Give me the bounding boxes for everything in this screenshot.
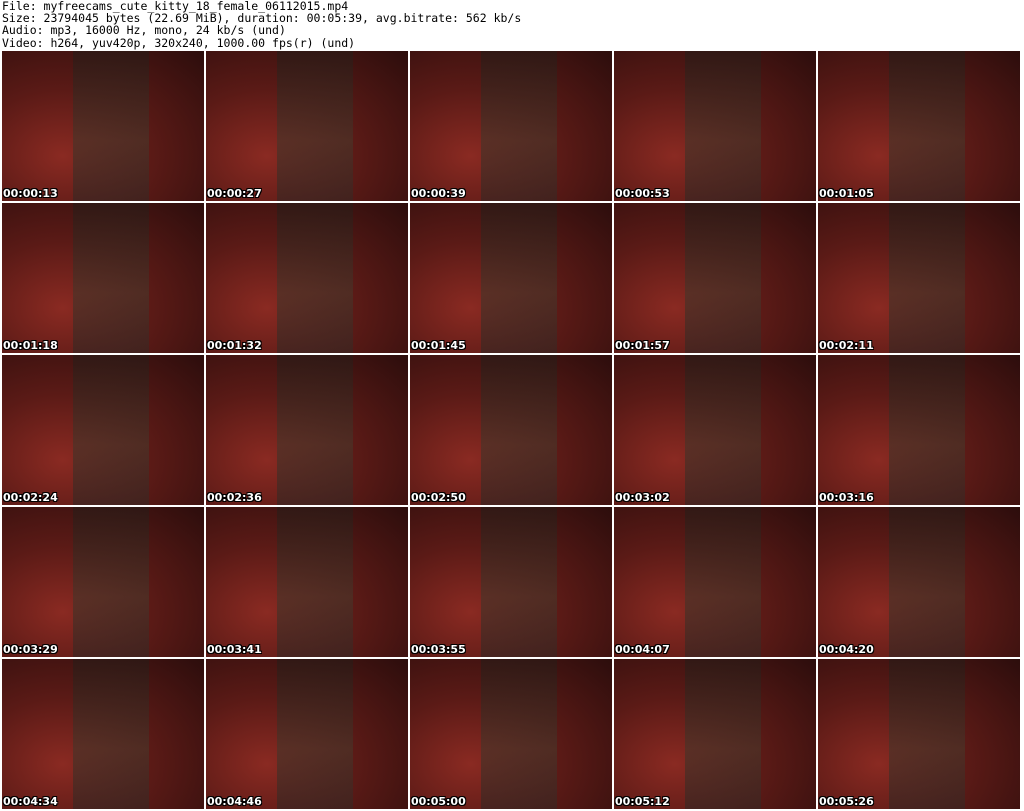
audio-info: Audio: mp3, 16000 Hz, mono, 24 kb/s (und… [2,23,286,38]
video-thumbnail: 00:02:11 [818,203,1020,353]
file-info-header: File: myfreecams_cute_kitty_18_female_06… [2,0,521,49]
thumbnail-timestamp: 00:00:13 [3,187,58,200]
thumbnail-timestamp: 00:02:50 [411,491,466,504]
thumbnail-timestamp: 00:04:20 [819,643,874,656]
video-thumbnail: 00:01:32 [206,203,408,353]
video-thumbnail: 00:02:36 [206,355,408,505]
video-thumbnail: 00:01:18 [2,203,204,353]
thumbnail-timestamp: 00:01:05 [819,187,874,200]
video-thumbnail: 00:03:29 [2,507,204,657]
thumbnail-timestamp: 00:04:07 [615,643,670,656]
thumbnail-timestamp: 00:00:53 [615,187,670,200]
video-thumbnail: 00:02:24 [2,355,204,505]
thumbnail-timestamp: 00:01:45 [411,339,466,352]
thumbnail-timestamp: 00:03:16 [819,491,874,504]
thumbnail-timestamp: 00:00:39 [411,187,466,200]
video-thumbnail: 00:00:53 [614,51,816,201]
video-thumbnail: 00:04:20 [818,507,1020,657]
thumbnail-timestamp: 00:04:46 [207,795,262,808]
video-info: Video: h264, yuv420p, 320x240, 1000.00 f… [2,35,356,50]
video-thumbnail: 00:01:05 [818,51,1020,201]
video-thumbnail: 00:00:27 [206,51,408,201]
thumbnail-timestamp: 00:04:34 [3,795,58,808]
thumbnail-timestamp: 00:03:55 [411,643,466,656]
thumbnail-timestamp: 00:05:00 [411,795,466,808]
video-thumbnail: 00:04:07 [614,507,816,657]
thumbnail-timestamp: 00:01:18 [3,339,58,352]
video-thumbnail: 00:03:55 [410,507,612,657]
video-thumbnail: 00:02:50 [410,355,612,505]
thumbnail-timestamp: 00:02:36 [207,491,262,504]
thumbnail-timestamp: 00:05:26 [819,795,874,808]
video-thumbnail: 00:03:02 [614,355,816,505]
video-thumbnail: 00:04:46 [206,659,408,809]
video-thumbnail: 00:05:26 [818,659,1020,809]
thumbnail-timestamp: 00:03:29 [3,643,58,656]
video-thumbnail: 00:04:34 [2,659,204,809]
video-thumbnail: 00:00:13 [2,51,204,201]
thumbnail-timestamp: 00:01:32 [207,339,262,352]
thumbnail-timestamp: 00:01:57 [615,339,670,352]
thumbnail-grid: 00:00:13 00:00:27 00:00:39 00:00:53 00:01:05… [2,51,1020,809]
video-thumbnail: 00:03:41 [206,507,408,657]
video-thumbnail: 00:01:45 [410,203,612,353]
thumbnail-timestamp: 00:02:24 [3,491,58,504]
thumbnail-timestamp: 00:02:11 [819,339,874,352]
thumbnail-timestamp: 00:03:02 [615,491,670,504]
video-thumbnail: 00:05:12 [614,659,816,809]
video-thumbnail: 00:01:57 [614,203,816,353]
video-thumbnail: 00:03:16 [818,355,1020,505]
video-thumbnail: 00:05:00 [410,659,612,809]
thumbnail-timestamp: 00:05:12 [615,795,670,808]
thumbnail-timestamp: 00:03:41 [207,643,262,656]
video-thumbnail: 00:00:39 [410,51,612,201]
thumbnail-timestamp: 00:00:27 [207,187,262,200]
